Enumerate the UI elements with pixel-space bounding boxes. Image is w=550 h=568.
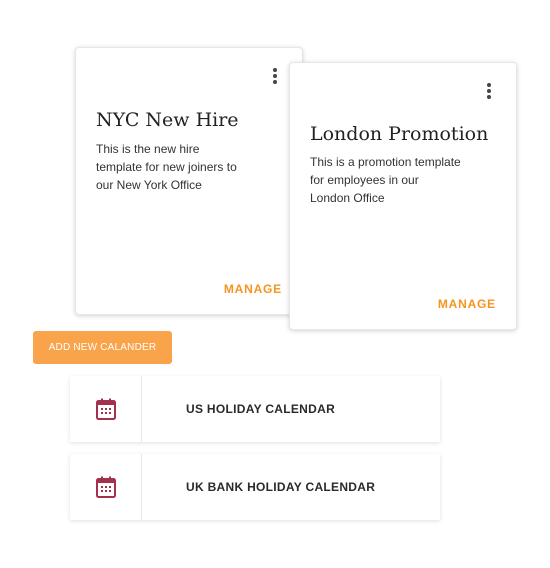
calendar-icon <box>95 398 116 420</box>
manage-link[interactable]: MANAGE <box>438 297 496 311</box>
add-new-calendar-button[interactable]: ADD NEW CALANDER <box>33 331 172 364</box>
calendar-row-uk-bank-holiday[interactable]: UK BANK HOLIDAY CALENDAR <box>70 454 440 520</box>
template-card-nyc-new-hire: NYC New Hire This is the new hire templa… <box>75 47 303 315</box>
card-title: NYC New Hire <box>96 109 239 131</box>
calendar-icon-cell <box>70 376 142 442</box>
card-title: London Promotion <box>310 123 489 145</box>
manage-link[interactable]: MANAGE <box>224 282 282 296</box>
calendar-name: US HOLIDAY CALENDAR <box>186 402 336 416</box>
card-description: This is a promotion template for employe… <box>310 155 461 205</box>
card-description: This is the new hire template for new jo… <box>96 142 237 192</box>
calendar-name: UK BANK HOLIDAY CALENDAR <box>186 480 376 494</box>
calendar-row-us-holiday[interactable]: US HOLIDAY CALENDAR <box>70 376 440 442</box>
more-vertical-icon[interactable] <box>272 68 278 86</box>
more-vertical-icon[interactable] <box>486 83 492 101</box>
calendar-icon <box>95 476 116 498</box>
calendar-icon-cell <box>70 454 142 520</box>
template-card-london-promotion: London Promotion This is a promotion tem… <box>289 62 517 330</box>
